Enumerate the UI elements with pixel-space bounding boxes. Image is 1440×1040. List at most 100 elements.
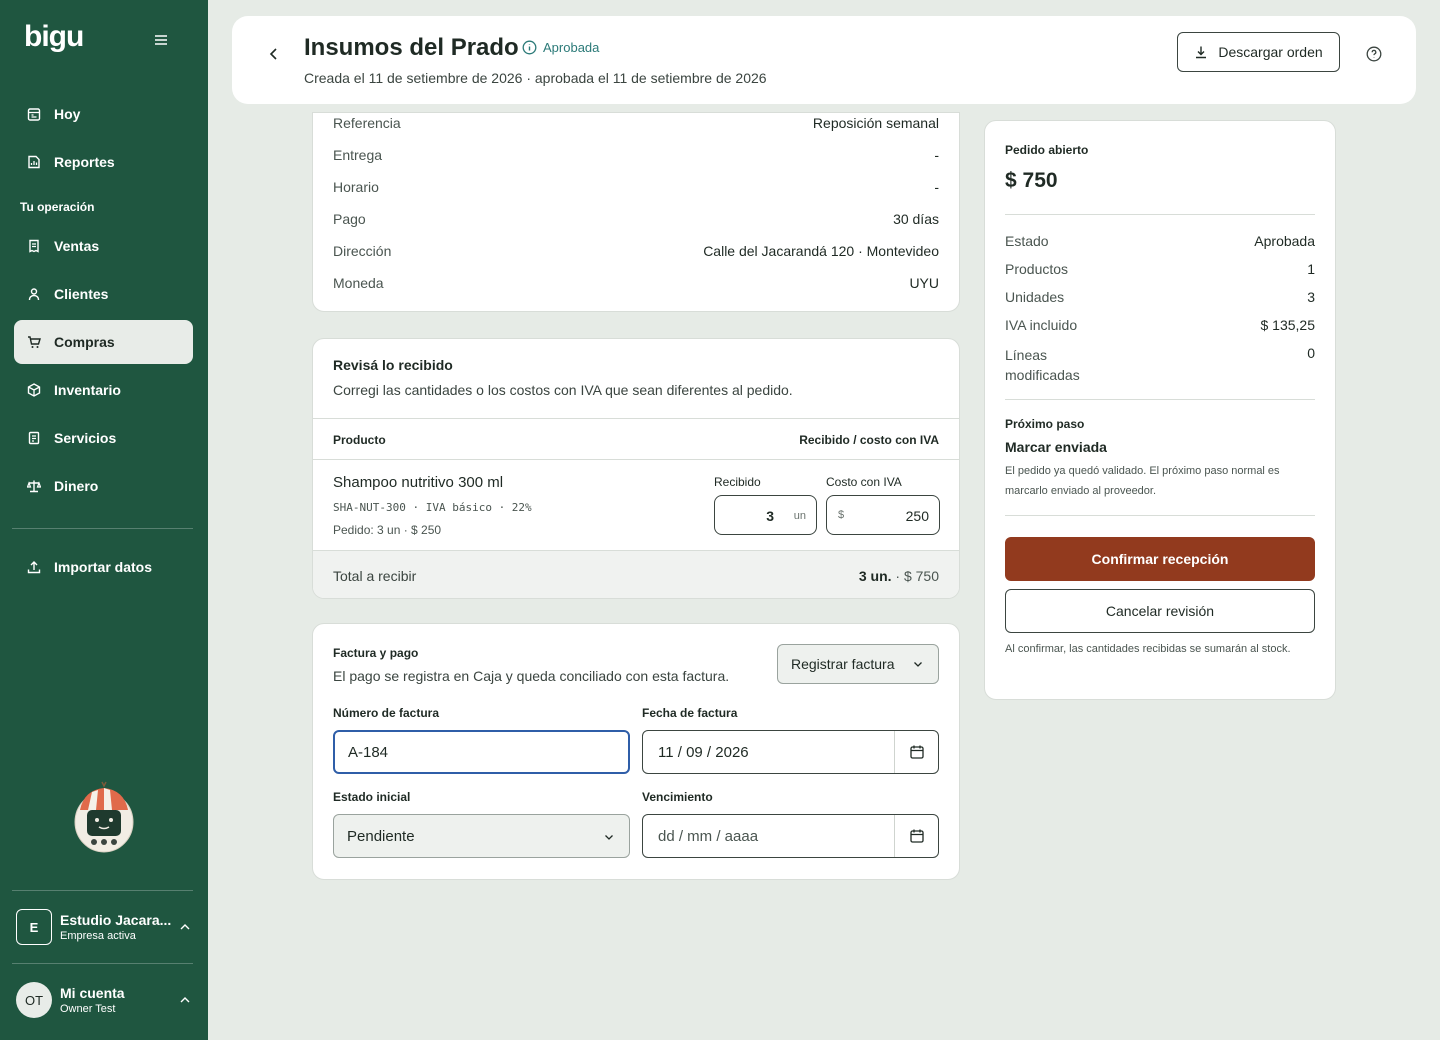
sidebar-item-label: Compras [54, 334, 115, 350]
account-sub: Owner Test [60, 1003, 116, 1015]
section-description: El pago se registra en Caja y queda conc… [333, 668, 730, 684]
calendar-icon [26, 106, 42, 122]
page-title: Insumos del Prado [304, 34, 519, 61]
user-icon [26, 286, 42, 302]
order-details-card: Referencia Reposición semanal Entrega - Ho… [312, 112, 960, 312]
calendar-picker-button[interactable] [894, 731, 938, 773]
sidebar-item-label: Inventario [54, 382, 121, 398]
help-icon[interactable] [1366, 46, 1382, 62]
summary-row: Estado Aprobada [1005, 233, 1315, 249]
sidebar: bigu Hoy Reportes Tu operación Ventas Cl… [0, 0, 208, 1040]
upload-icon [26, 559, 42, 575]
summary-row: Líneas modificadas 0 [1005, 345, 1315, 383]
download-label: Descargar orden [1218, 44, 1323, 60]
calendar-icon [909, 745, 924, 759]
total-value: 3 un. · $ 750 [859, 568, 939, 584]
invoice-payment-card: Factura y pago El pago se registra en Ca… [312, 623, 960, 880]
receipt-icon [26, 238, 42, 254]
status-text: Aprobada [543, 40, 600, 55]
register-invoice-dropdown[interactable]: Registrar factura [777, 644, 939, 684]
download-icon [1196, 46, 1207, 59]
sidebar-item-dinero[interactable]: Dinero [14, 464, 193, 508]
total-amount: · $ 750 [895, 568, 939, 584]
currency-prefix: $ [838, 509, 845, 521]
detail-row: Moneda UYU [333, 275, 939, 291]
calendar-icon [909, 829, 924, 843]
confirm-reception-button[interactable]: Confirmar recepción [1005, 537, 1315, 581]
invoice-number-value: A-184 [348, 743, 389, 761]
cost-value: 250 [905, 508, 929, 524]
due-date-placeholder: dd / mm / aaaa [658, 827, 759, 845]
unit-suffix: un [793, 510, 806, 522]
box-icon [26, 382, 42, 398]
total-units: 3 un. [858, 568, 892, 584]
order-summary-card: Pedido abierto $ 750 Estado Aprobada Prod… [984, 120, 1336, 700]
sidebar-item-reportes[interactable]: Reportes [14, 140, 193, 184]
account-menu[interactable]: OT Mi cuenta Owner Test [16, 980, 196, 1020]
cancel-review-button[interactable]: Cancelar revisión [1005, 589, 1315, 633]
initial-state-select[interactable]: Pendiente [333, 814, 630, 858]
column-header-received: Recibido / costo con IVA [799, 433, 939, 447]
invoice-number-input[interactable]: A-184 [333, 730, 630, 774]
cost-with-tax-input[interactable]: $ 250 [826, 495, 940, 535]
total-row: Total a recibir 3 un. · $ 750 [313, 550, 959, 598]
calendar-picker-button[interactable] [894, 815, 938, 857]
menu-icon[interactable] [150, 30, 172, 50]
download-order-button[interactable]: Descargar orden [1177, 32, 1340, 72]
divider [12, 890, 193, 891]
section-description: Corregi las cantidades o los costos con … [333, 382, 793, 398]
company-name: Estudio Jacara... [60, 912, 172, 928]
section-title: Revisá lo recibido [333, 357, 453, 373]
chevron-down-icon [605, 835, 613, 840]
info-icon [522, 40, 537, 55]
total-label: Total a recibir [333, 568, 417, 584]
confirm-note: Al confirmar, las cantidades recibidas s… [1005, 643, 1291, 655]
cost-label: Costo con IVA [826, 475, 902, 489]
review-received-card: Revisá lo recibido Corregi las cantidade… [312, 338, 960, 599]
invoice-number-label: Número de factura [333, 706, 440, 720]
chevron-up-icon [180, 997, 190, 1003]
product-name: Shampoo nutritivo 300 ml [333, 474, 504, 491]
sidebar-item-label: Hoy [54, 106, 81, 122]
logo[interactable]: bigu [24, 20, 84, 54]
avatar: OT [16, 982, 52, 1018]
initial-state-label: Estado inicial [333, 790, 411, 804]
summary-row: IVA incluido $ 135,25 [1005, 317, 1315, 333]
divider [12, 528, 193, 529]
product-sku: SHA-NUT-300 · IVA básico · 22% [333, 501, 532, 514]
invoice-date-input[interactable]: 11 / 09 / 2026 [642, 730, 939, 774]
chevron-up-icon [180, 924, 190, 930]
detail-row: Horario - [333, 179, 939, 195]
sidebar-item-clientes[interactable]: Clientes [14, 272, 193, 316]
sidebar-item-servicios[interactable]: Servicios [14, 416, 193, 460]
next-step-label: Próximo paso [1005, 417, 1085, 431]
detail-row: Pago 30 días [333, 211, 939, 227]
table-header: Producto Recibido / costo con IVA [313, 418, 959, 460]
summary-row: Unidades 3 [1005, 289, 1315, 305]
invoice-date-value: 11 / 09 / 2026 [658, 743, 749, 761]
due-date-input[interactable]: dd / mm / aaaa [642, 814, 939, 858]
received-quantity-input[interactable]: 3 un [714, 495, 817, 535]
page-header: Insumos del Prado Aprobada Creada el 11 … [232, 16, 1416, 104]
sidebar-item-hoy[interactable]: Hoy [14, 92, 193, 136]
back-arrow-icon[interactable] [264, 44, 284, 64]
sidebar-item-label: Importar datos [54, 559, 153, 575]
detail-row: Entrega - [333, 147, 939, 163]
sidebar-item-importar[interactable]: Importar datos [14, 545, 193, 589]
summary-row: Productos 1 [1005, 261, 1315, 277]
cart-icon [26, 334, 42, 350]
sidebar-item-ventas[interactable]: Ventas [14, 224, 193, 268]
company-switcher[interactable]: E Estudio Jacara... Empresa activa [16, 907, 196, 947]
document-icon [26, 430, 42, 446]
page-subtitle: Creada el 11 de setiembre de 2026 · apro… [304, 70, 767, 86]
next-step-title: Marcar enviada [1005, 439, 1107, 455]
status-badge: Aprobada [522, 40, 599, 55]
section-label: Tu operación [20, 200, 95, 214]
next-step-description: El pedido ya quedó validado. El próximo … [1005, 465, 1280, 497]
mascot-illustration [74, 781, 134, 853]
sidebar-item-inventario[interactable]: Inventario [14, 368, 193, 412]
divider [1005, 399, 1315, 400]
summary-amount: $ 750 [1005, 169, 1058, 192]
sidebar-item-compras[interactable]: Compras [14, 320, 193, 364]
detail-row: Referencia Reposición semanal [333, 115, 939, 131]
